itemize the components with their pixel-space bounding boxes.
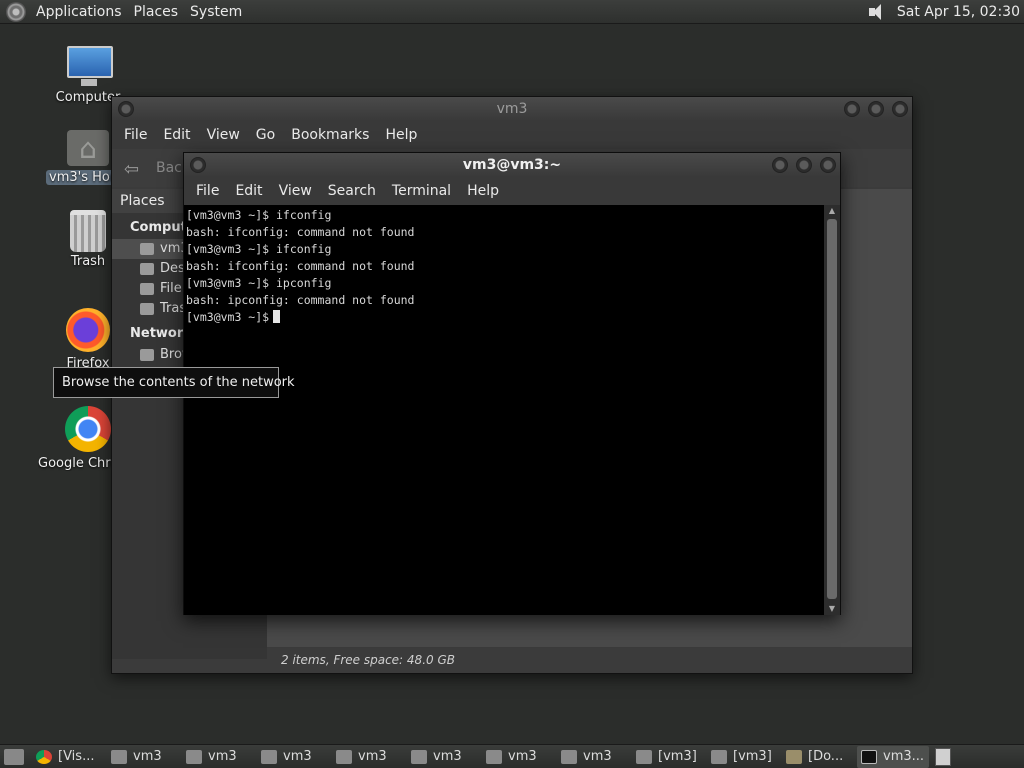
home-folder-icon xyxy=(411,749,427,764)
network-tooltip: Browse the contents of the network xyxy=(53,367,295,398)
terminal-line: [vm3@vm3 ~]$ ipconfig xyxy=(186,276,332,290)
top-panel: Applications Places System Sat Apr 15, 0… xyxy=(0,0,1024,24)
system-menu[interactable]: System xyxy=(184,4,248,20)
taskbar-item[interactable]: vm3 xyxy=(557,746,632,768)
taskbar-item[interactable]: [vm3] xyxy=(707,746,782,768)
terminal-line: bash: ipconfig: command not found xyxy=(186,293,415,307)
taskbar-item[interactable]: vm3 xyxy=(332,746,407,768)
minimize-button[interactable] xyxy=(772,157,788,173)
menu-help[interactable]: Help xyxy=(459,183,507,199)
show-desktop-icon[interactable] xyxy=(4,748,24,765)
home-folder-icon xyxy=(140,243,154,255)
window-menu-button[interactable] xyxy=(118,101,134,117)
home-folder-icon xyxy=(67,130,109,166)
taskbar-item[interactable]: vm3 xyxy=(182,746,257,768)
terminal-output[interactable]: [vm3@vm3 ~]$ ifconfig bash: ifconfig: com… xyxy=(184,205,826,615)
home-folder-icon xyxy=(711,749,727,764)
menu-edit[interactable]: Edit xyxy=(155,127,198,143)
taskbar-item[interactable]: vm3 xyxy=(407,746,482,768)
workspace-switcher[interactable] xyxy=(935,747,951,766)
maximize-button[interactable] xyxy=(796,157,812,173)
home-folder-icon xyxy=(111,749,127,764)
volume-icon[interactable] xyxy=(867,3,887,21)
terminal-line: [vm3@vm3 ~]$ ifconfig xyxy=(186,242,332,256)
home-folder-icon xyxy=(486,749,502,764)
network-icon xyxy=(140,349,154,361)
minimize-button[interactable] xyxy=(844,101,860,117)
window-title: vm3 xyxy=(496,101,528,117)
computer-icon xyxy=(65,46,113,88)
terminal-prompt: [vm3@vm3 ~]$ xyxy=(186,310,270,324)
home-folder-icon xyxy=(561,749,577,764)
drive-icon xyxy=(140,283,154,295)
scroll-up-icon[interactable]: ▲ xyxy=(824,205,840,217)
close-button[interactable] xyxy=(892,101,908,117)
home-folder-icon xyxy=(261,749,277,764)
places-menu[interactable]: Places xyxy=(128,4,185,20)
taskbar-item[interactable]: vm3 xyxy=(107,746,182,768)
text-cursor xyxy=(273,310,281,323)
bottom-panel: [Vis... vm3 vm3 vm3 vm3 vm3 vm3 vm3 [vm3… xyxy=(0,744,1024,768)
file-manager-titlebar[interactable]: vm3 xyxy=(112,97,912,121)
menu-view[interactable]: View xyxy=(271,183,320,199)
menu-search[interactable]: Search xyxy=(320,183,384,199)
taskbar-item[interactable]: [Vis... xyxy=(32,746,107,768)
menu-go[interactable]: Go xyxy=(248,127,283,143)
desktop-icon xyxy=(140,263,154,275)
menu-view[interactable]: View xyxy=(199,127,248,143)
terminal-icon xyxy=(861,749,877,764)
menu-edit[interactable]: Edit xyxy=(227,183,270,199)
taskbar-item[interactable]: vm3 xyxy=(482,746,557,768)
terminal-menubar: File Edit View Search Terminal Help xyxy=(184,177,840,205)
menu-help[interactable]: Help xyxy=(377,127,425,143)
terminal-line: [vm3@vm3 ~]$ ifconfig xyxy=(186,208,332,222)
chrome-icon xyxy=(36,749,52,764)
menu-terminal[interactable]: Terminal xyxy=(384,183,459,199)
close-button[interactable] xyxy=(820,157,836,173)
chrome-icon xyxy=(65,406,111,452)
clock[interactable]: Sat Apr 15, 02:30 xyxy=(897,4,1024,20)
applications-menu[interactable]: Applications xyxy=(30,4,128,20)
trash-icon xyxy=(140,303,154,315)
menu-bookmarks[interactable]: Bookmarks xyxy=(283,127,377,143)
home-folder-icon xyxy=(186,749,202,764)
terminal-titlebar[interactable]: vm3@vm3:~ xyxy=(184,153,840,177)
back-arrow-icon[interactable]: ⇦ xyxy=(124,159,139,180)
menu-file[interactable]: File xyxy=(116,127,155,143)
scroll-thumb[interactable] xyxy=(827,219,837,599)
menu-file[interactable]: File xyxy=(188,183,227,199)
home-folder-icon xyxy=(336,749,352,764)
terminal-line: bash: ifconfig: command not found xyxy=(186,225,415,239)
folder-icon xyxy=(786,749,802,764)
taskbar-item-terminal[interactable]: vm3... xyxy=(857,745,929,768)
taskbar-item[interactable]: vm3 xyxy=(257,746,332,768)
file-manager-menubar: File Edit View Go Bookmarks Help xyxy=(112,121,912,149)
window-menu-button[interactable] xyxy=(190,157,206,173)
trash-icon xyxy=(70,210,106,252)
distro-logo-icon[interactable] xyxy=(6,1,26,22)
terminal-line: bash: ifconfig: command not found xyxy=(186,259,415,273)
taskbar-item[interactable]: [Do... xyxy=(782,746,857,768)
status-bar: 2 items, Free space: 48.0 GB xyxy=(267,647,912,673)
firefox-icon xyxy=(66,308,110,352)
window-title: vm3@vm3:~ xyxy=(462,157,562,173)
maximize-button[interactable] xyxy=(868,101,884,117)
scroll-down-icon[interactable]: ▼ xyxy=(824,603,840,615)
home-folder-icon xyxy=(636,749,652,764)
terminal-prompt-line[interactable]: [vm3@vm3 ~]$ xyxy=(186,309,824,326)
terminal-scrollbar[interactable]: ▲ ▼ xyxy=(824,205,840,615)
taskbar-item[interactable]: [vm3] xyxy=(632,746,707,768)
